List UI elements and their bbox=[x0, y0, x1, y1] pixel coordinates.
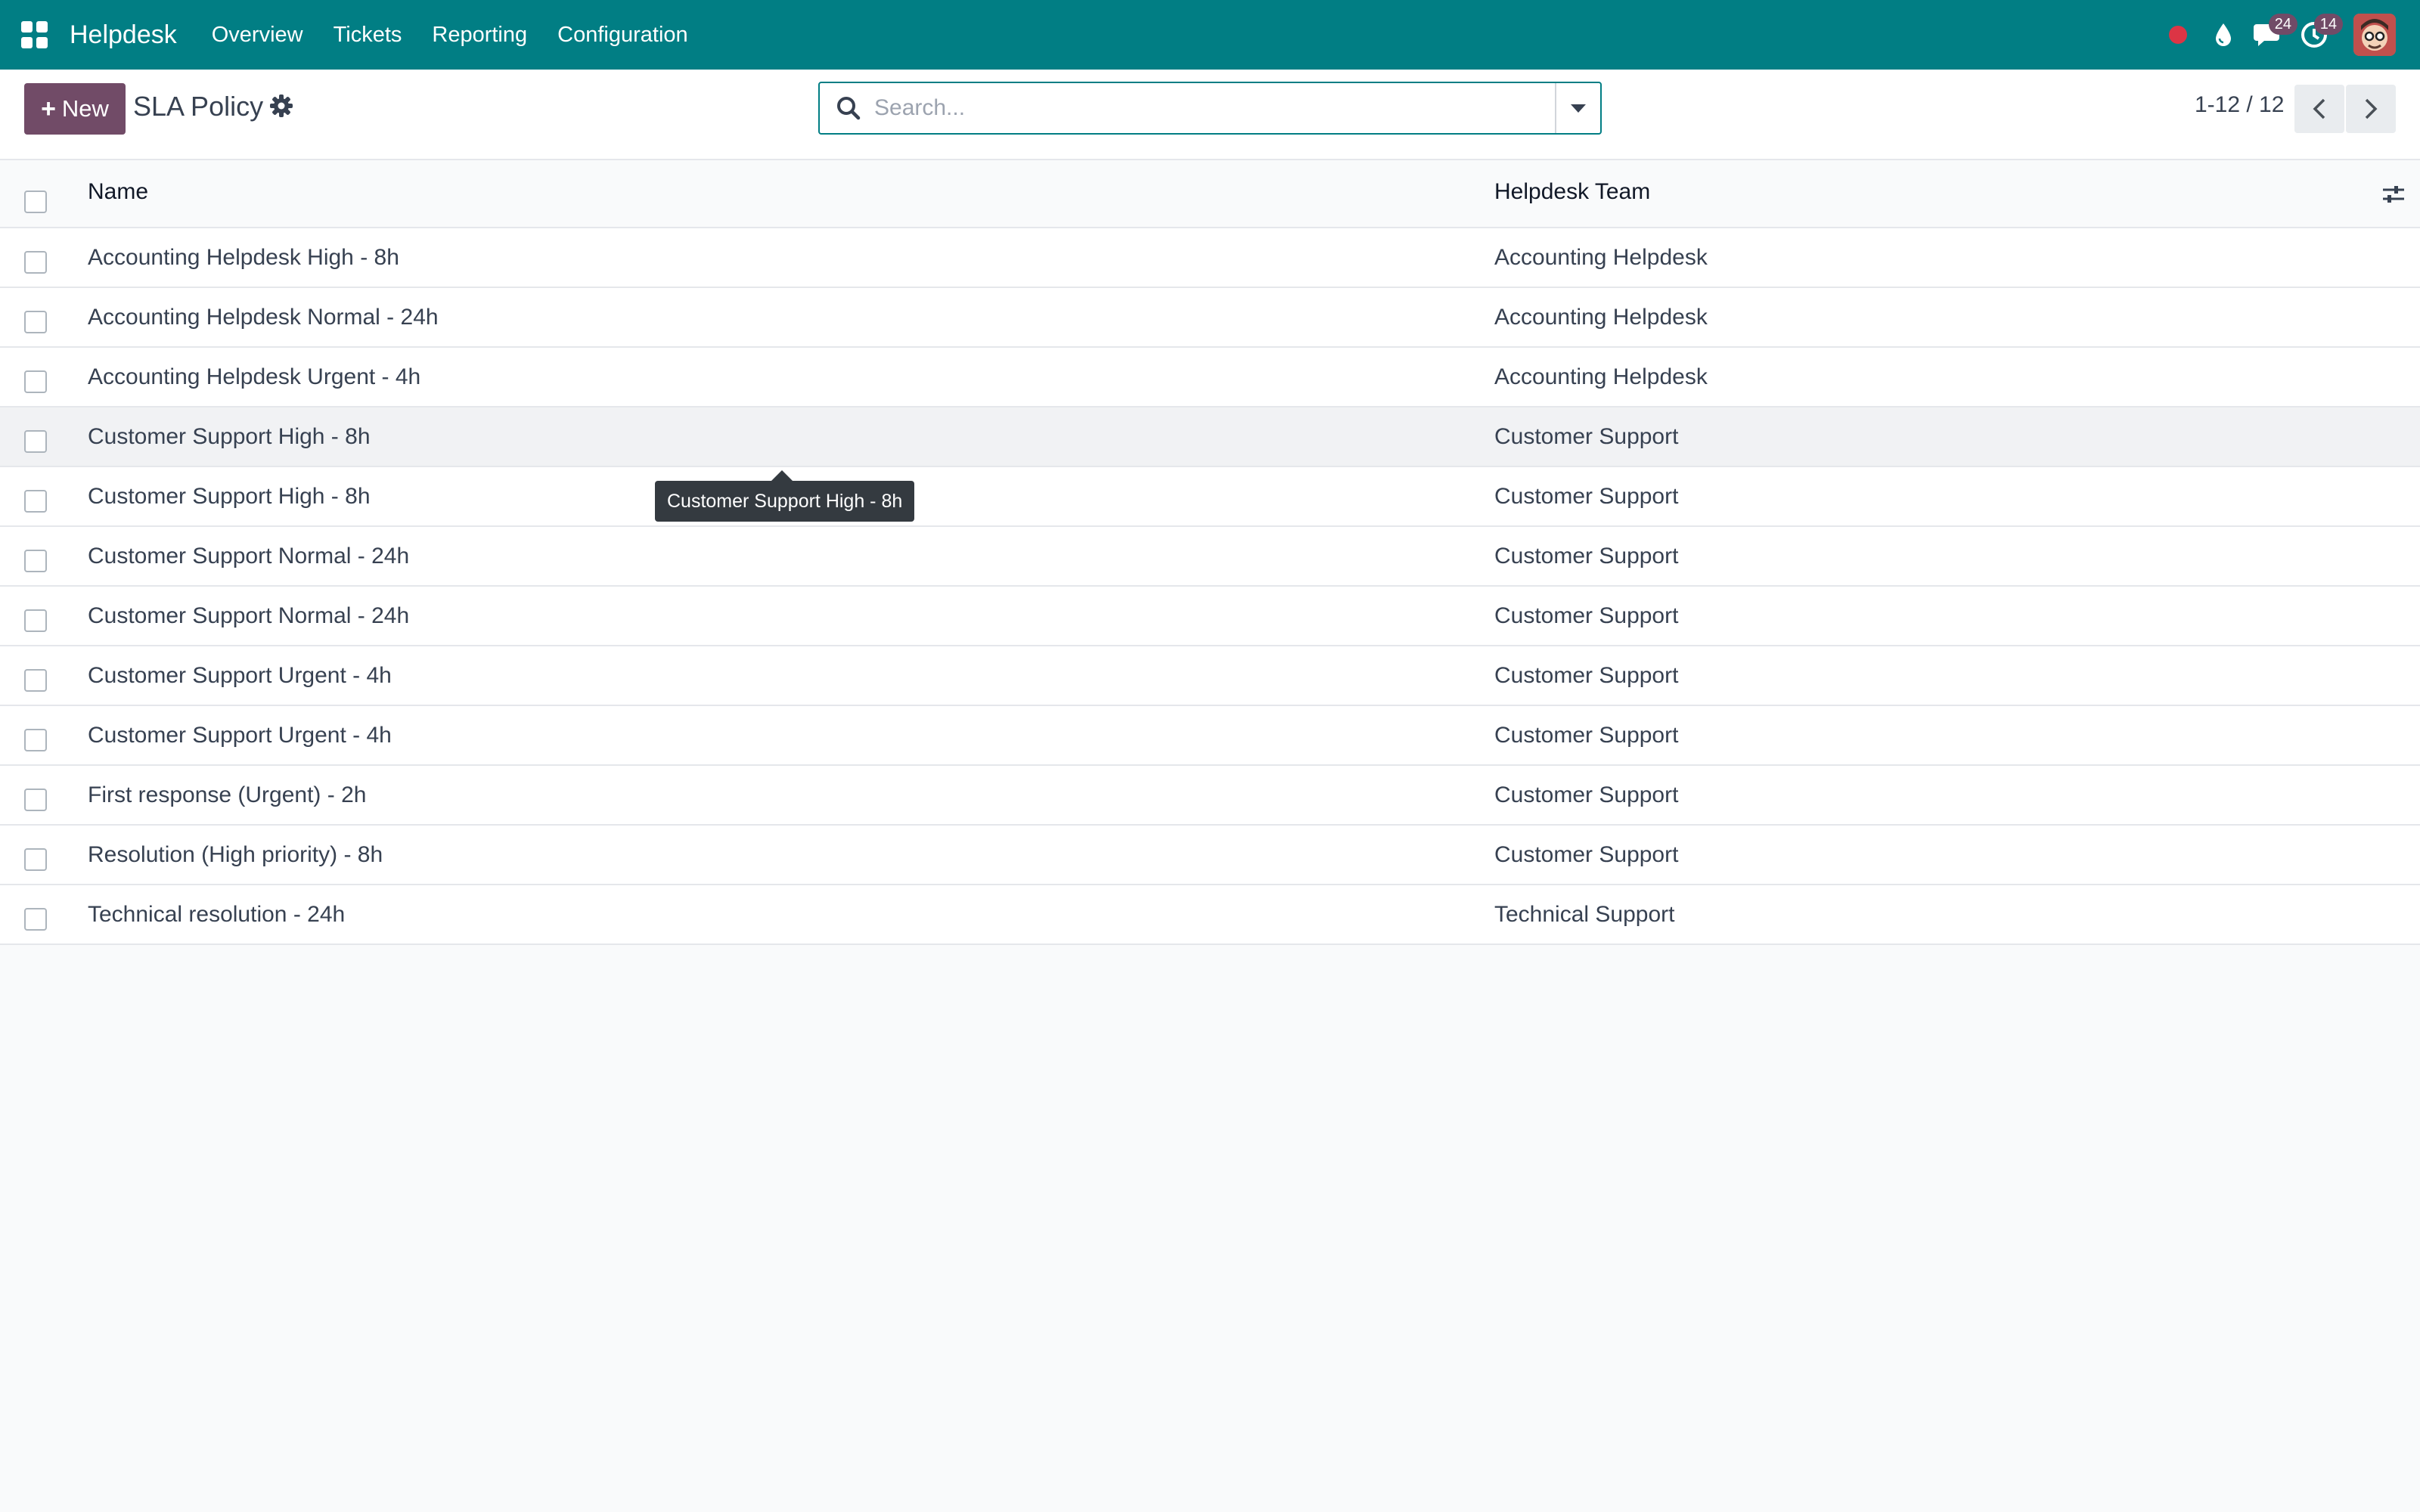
row-team: Customer Support bbox=[1494, 782, 1679, 807]
plus-icon: + bbox=[41, 94, 56, 123]
top-navbar: Helpdesk Overview Tickets Reporting Conf… bbox=[0, 0, 2420, 70]
table-row[interactable]: Technical resolution - 24h Technical Sup… bbox=[0, 885, 2420, 945]
pager-value[interactable]: 1-12 / 12 bbox=[2195, 92, 2284, 118]
row-team: Accounting Helpdesk bbox=[1494, 245, 1708, 270]
row-team: Customer Support bbox=[1494, 663, 1679, 688]
row-checkbox[interactable] bbox=[24, 789, 47, 811]
column-header-team[interactable]: Helpdesk Team bbox=[1494, 179, 1650, 205]
row-tooltip: Customer Support High - 8h bbox=[655, 470, 915, 522]
systray: 24 14 bbox=[2155, 12, 2396, 57]
row-team: Accounting Helpdesk bbox=[1494, 364, 1708, 389]
table-row[interactable]: Resolution (High priority) - 8h Customer… bbox=[0, 826, 2420, 885]
search-icon bbox=[837, 97, 861, 120]
row-checkbox[interactable] bbox=[24, 609, 47, 632]
table-row[interactable]: Customer Support Urgent - 4h Customer Su… bbox=[0, 706, 2420, 766]
table-row[interactable]: Accounting Helpdesk Urgent - 4h Accounti… bbox=[0, 348, 2420, 407]
row-name: Resolution (High priority) - 8h bbox=[88, 842, 383, 867]
table-row[interactable]: Customer Support High - 8h Customer Supp… bbox=[0, 407, 2420, 467]
select-all-checkbox[interactable] bbox=[24, 191, 47, 213]
caret-down-icon bbox=[1571, 104, 1586, 113]
list-header: Name Helpdesk Team bbox=[0, 160, 2420, 228]
drop-icon[interactable] bbox=[2201, 12, 2246, 57]
row-checkbox[interactable] bbox=[24, 908, 47, 931]
chevron-right-icon bbox=[2365, 98, 2378, 119]
row-name: Customer Support Normal - 24h bbox=[88, 603, 410, 628]
row-team: Customer Support bbox=[1494, 603, 1679, 628]
activities-badge: 14 bbox=[2313, 14, 2343, 35]
row-checkbox[interactable] bbox=[24, 490, 47, 513]
row-checkbox[interactable] bbox=[24, 669, 47, 692]
new-button[interactable]: + New bbox=[24, 83, 126, 135]
pager-previous-button[interactable] bbox=[2294, 85, 2344, 133]
row-team: Customer Support bbox=[1494, 544, 1679, 569]
table-row[interactable]: Accounting Helpdesk Normal - 24h Account… bbox=[0, 288, 2420, 348]
row-checkbox[interactable] bbox=[24, 311, 47, 333]
column-header-name[interactable]: Name bbox=[88, 179, 148, 205]
row-name: Accounting Helpdesk Normal - 24h bbox=[88, 305, 439, 330]
gear-icon[interactable] bbox=[269, 94, 293, 118]
row-name: First response (Urgent) - 2h bbox=[88, 782, 367, 807]
status-dot-icon[interactable] bbox=[2155, 12, 2201, 57]
search-input[interactable] bbox=[874, 85, 1555, 131]
row-name: Customer Support Urgent - 4h bbox=[88, 663, 392, 688]
row-team: Technical Support bbox=[1494, 902, 1675, 927]
app-switcher-icon[interactable] bbox=[21, 21, 48, 48]
chevron-left-icon bbox=[2313, 98, 2325, 119]
row-team: Customer Support bbox=[1494, 723, 1679, 748]
table-row[interactable]: Customer Support High - 8h Customer Supp… bbox=[0, 467, 2420, 527]
row-name: Customer Support High - 8h bbox=[88, 484, 371, 509]
menu-configuration[interactable]: Configuration bbox=[557, 23, 688, 48]
row-name: Customer Support High - 8h bbox=[88, 424, 371, 449]
optional-columns-icon[interactable] bbox=[2381, 181, 2406, 207]
row-team: Customer Support bbox=[1494, 424, 1679, 449]
table-row[interactable]: Customer Support Normal - 24h Customer S… bbox=[0, 527, 2420, 587]
control-panel: + New SLA Policy 1-12 / 12 bbox=[0, 70, 2420, 160]
page-title: SLA Policy bbox=[133, 91, 264, 122]
messages-icon[interactable]: 24 bbox=[2246, 12, 2297, 57]
row-team: Customer Support bbox=[1494, 842, 1679, 867]
row-team: Accounting Helpdesk bbox=[1494, 305, 1708, 330]
new-button-label: New bbox=[61, 95, 109, 122]
search-options-toggle[interactable] bbox=[1555, 83, 1600, 133]
row-name: Customer Support Urgent - 4h bbox=[88, 723, 392, 748]
menu-overview[interactable]: Overview bbox=[212, 23, 303, 48]
row-checkbox[interactable] bbox=[24, 729, 47, 751]
menu-reporting[interactable]: Reporting bbox=[432, 23, 527, 48]
row-name: Customer Support Normal - 24h bbox=[88, 544, 410, 569]
row-name: Accounting Helpdesk Urgent - 4h bbox=[88, 364, 421, 389]
app-brand[interactable]: Helpdesk bbox=[70, 20, 177, 50]
search-bar bbox=[818, 82, 1602, 135]
table-row[interactable]: Customer Support Normal - 24h Customer S… bbox=[0, 587, 2420, 646]
row-checkbox[interactable] bbox=[24, 550, 47, 572]
table-row[interactable]: Accounting Helpdesk High - 8h Accounting… bbox=[0, 228, 2420, 288]
menu-tickets[interactable]: Tickets bbox=[334, 23, 402, 48]
row-checkbox[interactable] bbox=[24, 430, 47, 453]
row-checkbox[interactable] bbox=[24, 848, 47, 871]
row-team: Customer Support bbox=[1494, 484, 1679, 509]
sla-policy-list: Name Helpdesk Team Accounting Helpdesk H… bbox=[0, 160, 2420, 945]
pager-next-button[interactable] bbox=[2346, 85, 2396, 133]
activities-clock-icon[interactable]: 14 bbox=[2291, 12, 2343, 57]
row-checkbox[interactable] bbox=[24, 251, 47, 274]
table-row[interactable]: Customer Support Urgent - 4h Customer Su… bbox=[0, 646, 2420, 706]
user-avatar[interactable] bbox=[2353, 14, 2396, 56]
row-name: Technical resolution - 24h bbox=[88, 902, 346, 927]
row-checkbox[interactable] bbox=[24, 370, 47, 393]
table-row[interactable]: First response (Urgent) - 2h Customer Su… bbox=[0, 766, 2420, 826]
row-name: Accounting Helpdesk High - 8h bbox=[88, 245, 399, 270]
